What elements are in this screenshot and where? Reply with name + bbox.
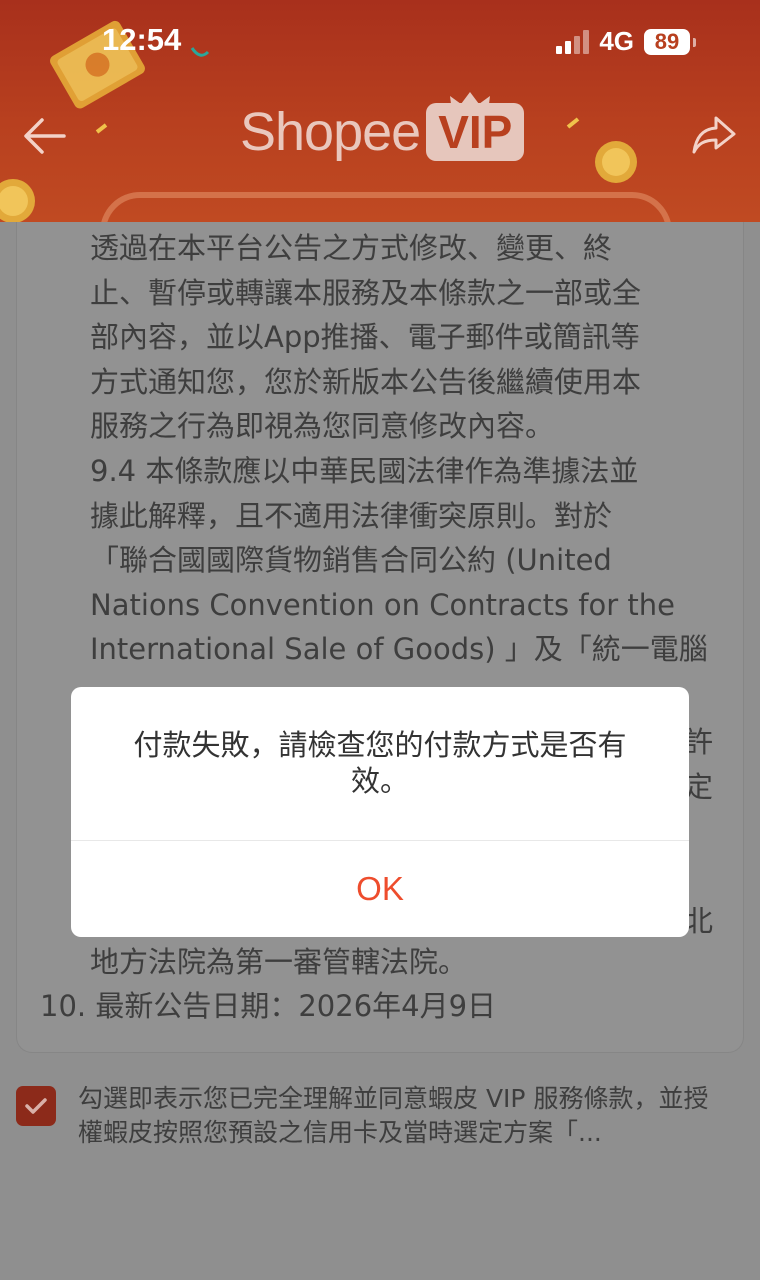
shopee-vip-logo: Shopee VIP [240,92,525,172]
logo-vip-badge: VIP [426,103,525,161]
cellular-signal-icon [556,29,590,54]
status-time: 12:54 [102,22,182,57]
sparkle-decoration [190,47,210,57]
status-indicators: 4G 89 [556,26,696,57]
sparkle-decoration [95,123,108,134]
header: 12:54 4G 89 Shopee VIP [0,0,760,222]
sparkle-decoration [566,117,580,129]
network-type: 4G [599,26,634,56]
share-icon[interactable] [690,112,738,158]
ok-button[interactable]: OK [71,841,689,937]
terms-paragraph-9-4: 9.4 本條款應以中華民國法律作為準據法並 據此解釋，且不適用法律衝突原則。對於… [90,453,708,667]
battery-icon: 89 [644,28,696,55]
logo-text: Shopee [240,102,421,162]
terms-paragraph-9-3: 透過在本平台公告之方式修改、變更、終 止、暫停或轉讓本服務及本條款之一部或全 部… [90,231,642,444]
agreement-text: 勾選即表示您已完全理解並同意蝦皮 VIP 服務條款，並授權蝦皮按照您預設之信用卡… [78,1084,709,1147]
battery-level: 89 [654,28,680,54]
terms-item-10: 10. 最新公告日期：2026年4月9日 [40,989,497,1023]
coin-decoration [595,141,637,183]
back-arrow-icon[interactable] [22,114,68,158]
payment-failed-dialog: 付款失敗，請檢查您的付款方式是否有效。 OK [71,687,689,937]
terms-text: 透過在本平台公告之方式修改、變更、終 止、暫停或轉讓本服務及本條款之一部或全 部… [90,226,730,672]
agree-checkbox[interactable] [16,1086,56,1126]
terms-last-line: 地方法院為第一審管轄法院。 [90,945,468,979]
banner-arc-decoration [100,192,672,222]
dialog-message: 付款失敗，請檢查您的付款方式是否有效。 [133,728,627,798]
checkmark-icon [25,1098,47,1114]
coin-decoration [0,179,35,222]
